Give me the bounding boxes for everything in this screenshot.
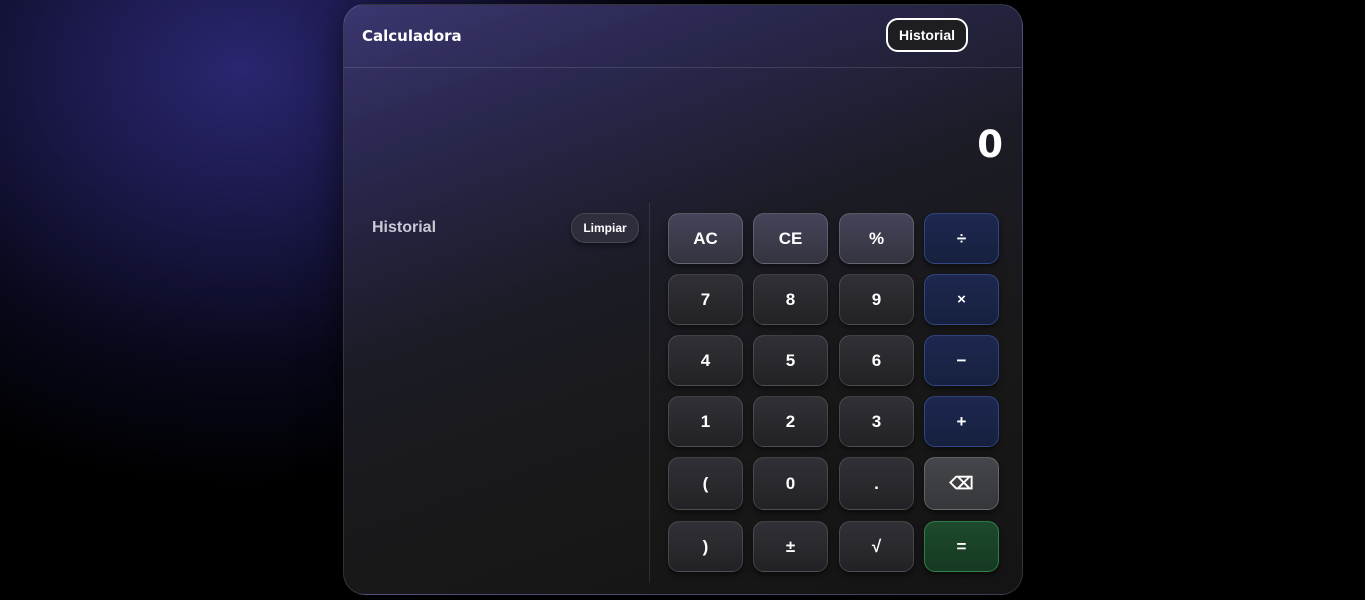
key-0[interactable]: 0 (753, 457, 828, 510)
key-9[interactable]: 9 (839, 274, 914, 325)
key-open-paren[interactable]: ( (668, 457, 743, 510)
key-plus-minus[interactable]: ± (753, 521, 828, 572)
history-panel: Historial Limpiar (344, 203, 650, 583)
key-2[interactable]: 2 (753, 396, 828, 447)
key-7[interactable]: 7 (668, 274, 743, 325)
app-title: Calculadora (362, 27, 462, 45)
key-divide[interactable]: ÷ (924, 213, 999, 264)
backspace-icon: ⌫ (949, 473, 974, 493)
key-percent[interactable]: % (839, 213, 914, 264)
key-clear-entry[interactable]: CE (753, 213, 828, 264)
key-close-paren[interactable]: ) (668, 521, 743, 572)
calculator-display: 0 (977, 123, 1004, 166)
key-4[interactable]: 4 (668, 335, 743, 386)
backspace-button[interactable]: ⌫ (924, 457, 999, 510)
key-8[interactable]: 8 (753, 274, 828, 325)
moon-icon (986, 29, 998, 42)
history-title: Historial (372, 219, 437, 236)
calculator-card: Calculadora Historial 0 Historial Limpia… (343, 4, 1023, 595)
key-multiply[interactable]: × (924, 274, 999, 325)
key-subtract[interactable]: − (924, 335, 999, 386)
key-6[interactable]: 6 (839, 335, 914, 386)
clear-history-button[interactable]: Limpiar (571, 213, 639, 243)
theme-toggle-button[interactable] (981, 25, 1003, 47)
history-toggle-button[interactable]: Historial (886, 18, 968, 52)
key-add[interactable]: + (924, 396, 999, 447)
key-square-root[interactable]: √ (839, 521, 914, 572)
header: Calculadora Historial (344, 5, 1022, 68)
key-all-clear[interactable]: AC (668, 213, 743, 264)
key-3[interactable]: 3 (839, 396, 914, 447)
key-5[interactable]: 5 (753, 335, 828, 386)
key-decimal[interactable]: . (839, 457, 914, 510)
key-equals[interactable]: = (924, 521, 999, 572)
keypad: AC CE % ÷ 7 8 9 × 4 5 6 − 1 2 3 + ( 0 . … (668, 213, 1002, 575)
key-1[interactable]: 1 (668, 396, 743, 447)
